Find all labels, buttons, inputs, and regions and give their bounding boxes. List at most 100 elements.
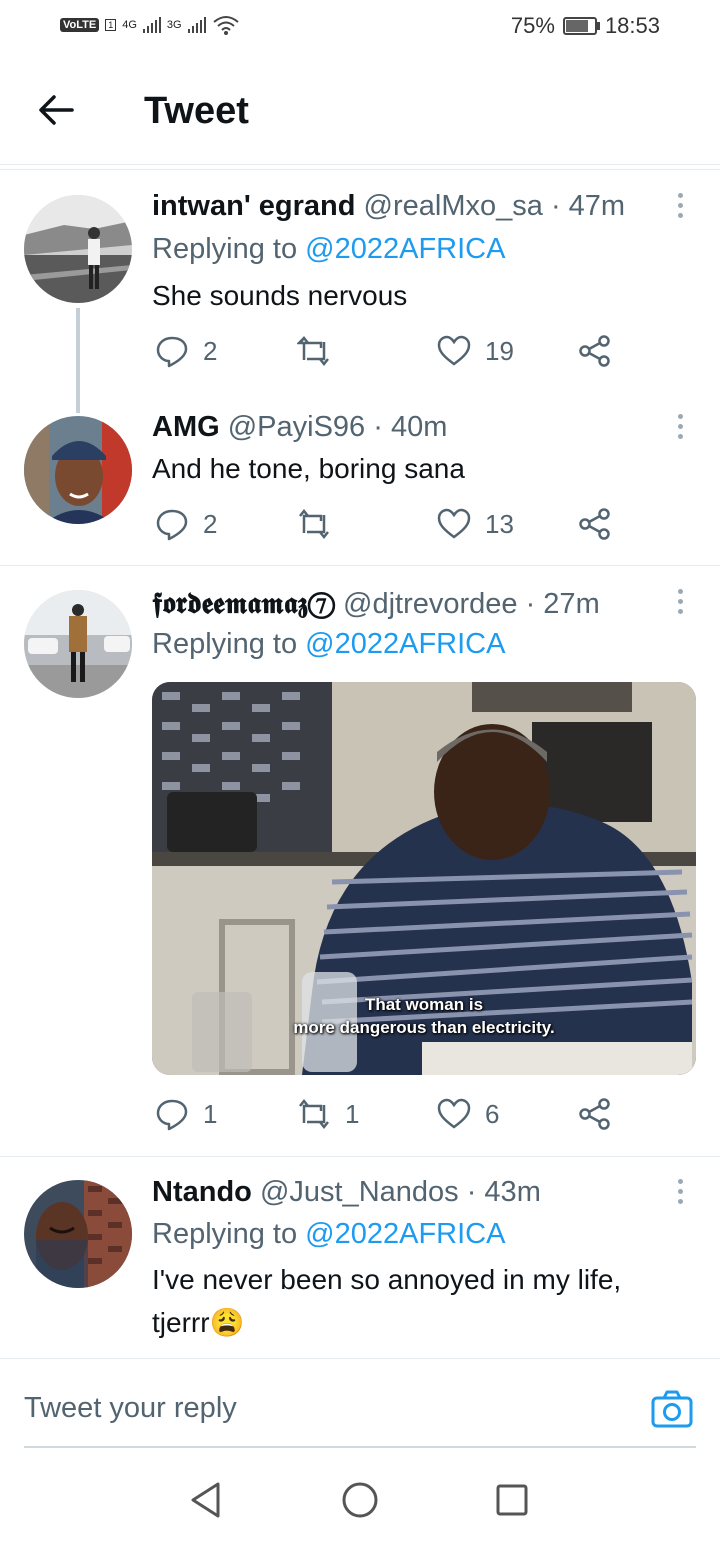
replying-to: Replying to @2022AFRICA	[152, 1218, 505, 1251]
retweet-count: 1	[345, 1098, 360, 1129]
share-button[interactable]	[578, 334, 612, 368]
share-icon	[579, 335, 610, 367]
share-icon	[579, 508, 610, 540]
nav-back-icon[interactable]	[188, 1480, 224, 1520]
reply-count: 2	[203, 335, 218, 366]
reply-icon	[156, 509, 188, 541]
like-button[interactable]: 6	[437, 1097, 499, 1131]
tweet-text: And he tone, boring sana	[152, 453, 465, 484]
display-name[interactable]: AMG	[152, 411, 220, 443]
replying-prefix: Replying to	[152, 233, 298, 265]
share-button[interactable]	[578, 1097, 612, 1131]
wifi-icon	[212, 16, 239, 35]
reply-input-underline	[24, 1446, 696, 1448]
more-icon[interactable]	[675, 193, 685, 223]
like-icon	[437, 335, 471, 366]
like-button[interactable]: 13	[437, 507, 514, 541]
more-icon[interactable]	[675, 1179, 685, 1209]
retweet-button[interactable]	[297, 334, 345, 368]
retweet-button[interactable]: 1	[297, 1097, 359, 1131]
user-handle[interactable]: @realMxo_sa	[364, 190, 543, 222]
more-icon[interactable]	[675, 589, 685, 619]
replying-to: Replying to @2022AFRICA	[152, 628, 505, 661]
system-nav-bar	[0, 1470, 720, 1541]
tweet-time: · 27m	[525, 588, 600, 620]
user-handle[interactable]: @PayiS96	[228, 411, 365, 443]
network-4g-label: 4G	[122, 19, 137, 31]
network-3g-label: 3G	[166, 19, 182, 31]
reply-button[interactable]: 2	[155, 334, 217, 368]
mention-link[interactable]: @2022AFRICA	[305, 233, 505, 265]
like-count: 6	[485, 1098, 500, 1129]
signal-icon-2	[187, 17, 206, 33]
volte-badge: VoLTE	[60, 18, 100, 32]
tweet-divider	[0, 1156, 720, 1157]
tweet-header: Ntando @Just_Nandos · 43m	[152, 1176, 541, 1209]
status-left: VoLTE 1 4G 3G	[60, 14, 240, 36]
signal-icon	[142, 17, 161, 33]
like-count: 13	[485, 508, 514, 539]
back-arrow-icon[interactable]	[36, 92, 76, 128]
user-handle[interactable]: @Just_Nandos	[260, 1176, 459, 1208]
avatar[interactable]	[24, 1180, 132, 1288]
display-name[interactable]: Ntando	[152, 1176, 252, 1208]
share-icon	[579, 1098, 610, 1130]
reply-button[interactable]: 2	[155, 507, 217, 541]
retweet-icon	[299, 1098, 329, 1130]
header-divider	[0, 169, 720, 170]
reply-input[interactable]: Tweet your reply	[24, 1392, 237, 1425]
tweet-media-gif[interactable]: That woman is more dangerous than electr…	[152, 682, 696, 1075]
nav-home-icon[interactable]	[340, 1480, 380, 1520]
tweet-header: intwan' egrand @realMxo_sa · 47m	[152, 190, 625, 223]
reply-icon	[156, 1099, 188, 1131]
tweet-divider	[0, 565, 720, 566]
avatar[interactable]	[24, 590, 132, 698]
camera-icon[interactable]	[650, 1388, 694, 1432]
replying-to: Replying to @2022AFRICA	[152, 233, 505, 266]
mention-link[interactable]: @2022AFRICA	[305, 1218, 505, 1250]
tweet-time: · 40m	[373, 411, 448, 443]
retweet-button[interactable]	[297, 507, 345, 541]
display-name[interactable]: 𝖋𝖔𝖗𝖉𝖊𝖊𝖒𝖆𝖒𝖆𝖟⑦	[152, 586, 335, 620]
tweet-header: 𝖋𝖔𝖗𝖉𝖊𝖊𝖒𝖆𝖒𝖆𝖟⑦ @djtrevordee · 27m	[152, 586, 600, 621]
battery-percent: 75%	[510, 13, 555, 38]
like-icon	[437, 1098, 471, 1129]
battery-icon	[562, 17, 600, 35]
sim-badge: 1	[105, 19, 117, 31]
tweet-text: She sounds nervous	[152, 280, 408, 311]
tweet-text-line2: tjerrr😩	[152, 1307, 245, 1338]
app-header: Tweet	[0, 56, 720, 165]
replying-prefix: Replying to	[152, 1218, 298, 1250]
replying-prefix: Replying to	[152, 628, 298, 660]
nav-recents-icon[interactable]	[494, 1482, 530, 1518]
tweet-divider	[0, 1358, 720, 1359]
retweet-icon	[299, 508, 329, 540]
reply-count: 2	[203, 508, 218, 539]
more-icon[interactable]	[675, 414, 685, 444]
retweet-icon	[297, 335, 329, 367]
mention-link[interactable]: @2022AFRICA	[305, 628, 505, 660]
tweet-header: AMG @PayiS96 · 40m	[152, 411, 447, 444]
reply-button[interactable]: 1	[155, 1097, 217, 1131]
tweet-time: · 47m	[550, 190, 626, 222]
avatar[interactable]	[24, 416, 132, 524]
status-bar: VoLTE 1 4G 3G 75% 18:53	[0, 0, 720, 56]
page-title: Tweet	[144, 90, 249, 132]
like-button[interactable]: 19	[437, 334, 514, 368]
like-count: 19	[485, 335, 514, 366]
reply-icon	[156, 336, 188, 368]
status-right: 75% 18:53	[511, 13, 660, 39]
thread-connector	[76, 308, 80, 413]
tweet-time: · 43m	[466, 1176, 541, 1208]
share-button[interactable]	[578, 507, 612, 541]
media-caption-line1: That woman is	[364, 995, 484, 1014]
like-icon	[437, 508, 471, 539]
media-caption-line2: more dangerous than electricity.	[293, 1018, 555, 1037]
media-image	[152, 682, 696, 1075]
reply-count: 1	[203, 1098, 218, 1129]
clock: 18:53	[604, 13, 660, 38]
avatar[interactable]	[24, 195, 132, 303]
user-handle[interactable]: @djtrevordee	[343, 588, 518, 620]
display-name[interactable]: intwan' egrand	[152, 190, 355, 222]
tweet-text-line1: I've never been so annoyed in my life,	[152, 1264, 622, 1295]
